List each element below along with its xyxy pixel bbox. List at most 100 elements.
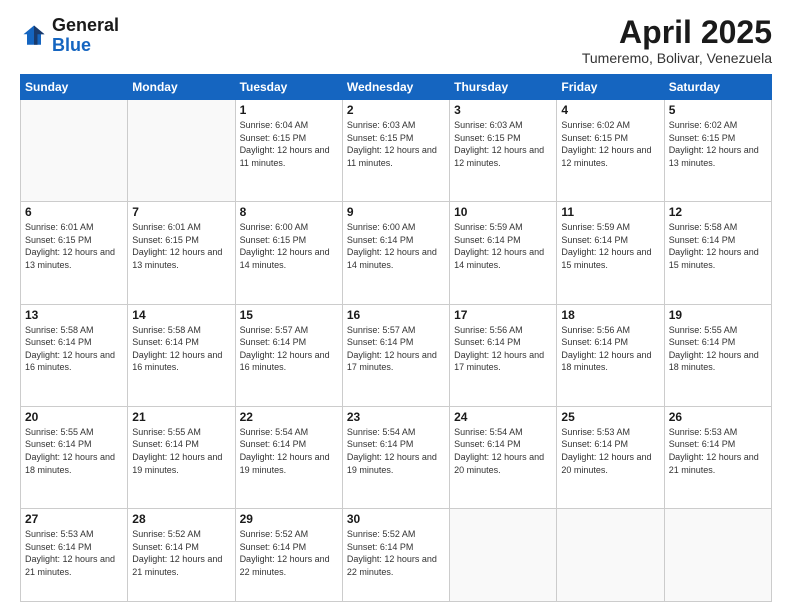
table-row: 22 Sunrise: 5:54 AM Sunset: 6:14 PM Dayli…: [235, 406, 342, 508]
calendar-week-row: 1Sunrise: 6:04 AM Sunset: 6:15 PM Daylig…: [21, 100, 772, 202]
day-info: Sunrise: 5:53 AM Sunset: 6:14 PM Dayligh…: [669, 426, 767, 476]
day-info: Sunrise: 5:55 AM Sunset: 6:14 PM Dayligh…: [669, 324, 767, 374]
day-number: 4: [561, 103, 659, 117]
day-number: 8: [240, 205, 338, 219]
day-info: Sunrise: 6:00 AM Sunset: 6:15 PM Dayligh…: [240, 221, 338, 271]
day-info: Sunrise: 5:54 AM Sunset: 6:14 PM Dayligh…: [454, 426, 552, 476]
table-row: 28 Sunrise: 5:52 AM Sunset: 6:14 PM Dayli…: [128, 509, 235, 602]
table-row: 21Sunrise: 5:55 AM Sunset: 6:14 PM Dayli…: [128, 406, 235, 508]
day-number: 21: [132, 410, 230, 424]
table-row: 4 Sunrise: 6:02 AM Sunset: 6:15 PM Daylig…: [557, 100, 664, 202]
day-info: Sunrise: 5:54 AM Sunset: 6:14 PM Dayligh…: [240, 426, 338, 476]
day-info: Sunrise: 5:57 AM Sunset: 6:14 PM Dayligh…: [240, 324, 338, 374]
day-info: Sunrise: 5:52 AM Sunset: 6:14 PM Dayligh…: [132, 528, 230, 578]
day-info: Sunrise: 5:59 AM Sunset: 6:14 PM Dayligh…: [454, 221, 552, 271]
day-number: 18: [561, 308, 659, 322]
logo: General Blue: [20, 16, 119, 56]
day-info: Sunrise: 6:02 AM Sunset: 6:15 PM Dayligh…: [669, 119, 767, 169]
table-row: 20 Sunrise: 5:55 AM Sunset: 6:14 PM Dayli…: [21, 406, 128, 508]
table-row: 16 Sunrise: 5:57 AM Sunset: 6:14 PM Dayli…: [342, 304, 449, 406]
day-number: 17: [454, 308, 552, 322]
day-number: 29: [240, 512, 338, 526]
table-row: 18 Sunrise: 5:56 AM Sunset: 6:14 PM Dayli…: [557, 304, 664, 406]
table-row: 10 Sunrise: 5:59 AM Sunset: 6:14 PM Dayli…: [450, 202, 557, 304]
table-row: 3Sunrise: 6:03 AM Sunset: 6:15 PM Daylig…: [450, 100, 557, 202]
table-row: [664, 509, 771, 602]
day-number: 24: [454, 410, 552, 424]
calendar-week-row: 13 Sunrise: 5:58 AM Sunset: 6:14 PM Dayli…: [21, 304, 772, 406]
col-friday: Friday: [557, 75, 664, 100]
calendar-week-row: 6 Sunrise: 6:01 AM Sunset: 6:15 PM Daylig…: [21, 202, 772, 304]
day-number: 19: [669, 308, 767, 322]
day-number: 26: [669, 410, 767, 424]
day-info: Sunrise: 5:59 AM Sunset: 6:14 PM Dayligh…: [561, 221, 659, 271]
day-number: 20: [25, 410, 123, 424]
month-title: April 2025: [582, 16, 772, 48]
day-info: Sunrise: 6:02 AM Sunset: 6:15 PM Dayligh…: [561, 119, 659, 169]
day-info: Sunrise: 5:53 AM Sunset: 6:14 PM Dayligh…: [561, 426, 659, 476]
table-row: 30Sunrise: 5:52 AM Sunset: 6:14 PM Dayli…: [342, 509, 449, 602]
day-info: Sunrise: 5:52 AM Sunset: 6:14 PM Dayligh…: [240, 528, 338, 578]
table-row: 2Sunrise: 6:03 AM Sunset: 6:15 PM Daylig…: [342, 100, 449, 202]
col-monday: Monday: [128, 75, 235, 100]
table-row: [450, 509, 557, 602]
calendar-week-row: 20 Sunrise: 5:55 AM Sunset: 6:14 PM Dayli…: [21, 406, 772, 508]
table-row: 11 Sunrise: 5:59 AM Sunset: 6:14 PM Dayli…: [557, 202, 664, 304]
calendar-header-row: Sunday Monday Tuesday Wednesday Thursday…: [21, 75, 772, 100]
table-row: 9Sunrise: 6:00 AM Sunset: 6:14 PM Daylig…: [342, 202, 449, 304]
table-row: 24 Sunrise: 5:54 AM Sunset: 6:14 PM Dayli…: [450, 406, 557, 508]
day-info: Sunrise: 5:56 AM Sunset: 6:14 PM Dayligh…: [454, 324, 552, 374]
day-info: Sunrise: 5:58 AM Sunset: 6:14 PM Dayligh…: [669, 221, 767, 271]
col-tuesday: Tuesday: [235, 75, 342, 100]
day-info: Sunrise: 5:58 AM Sunset: 6:14 PM Dayligh…: [132, 324, 230, 374]
table-row: 12 Sunrise: 5:58 AM Sunset: 6:14 PM Dayli…: [664, 202, 771, 304]
table-row: 25 Sunrise: 5:53 AM Sunset: 6:14 PM Dayli…: [557, 406, 664, 508]
day-info: Sunrise: 6:03 AM Sunset: 6:15 PM Dayligh…: [454, 119, 552, 169]
table-row: 6 Sunrise: 6:01 AM Sunset: 6:15 PM Daylig…: [21, 202, 128, 304]
day-number: 28: [132, 512, 230, 526]
col-wednesday: Wednesday: [342, 75, 449, 100]
day-number: 16: [347, 308, 445, 322]
table-row: 7 Sunrise: 6:01 AM Sunset: 6:15 PM Daylig…: [128, 202, 235, 304]
day-info: Sunrise: 5:57 AM Sunset: 6:14 PM Dayligh…: [347, 324, 445, 374]
day-number: 30: [347, 512, 445, 526]
day-info: Sunrise: 5:55 AM Sunset: 6:14 PM Dayligh…: [25, 426, 123, 476]
day-info: Sunrise: 5:58 AM Sunset: 6:14 PM Dayligh…: [25, 324, 123, 374]
day-number: 2: [347, 103, 445, 117]
day-number: 22: [240, 410, 338, 424]
calendar-week-row: 27Sunrise: 5:53 AM Sunset: 6:14 PM Dayli…: [21, 509, 772, 602]
table-row: 1Sunrise: 6:04 AM Sunset: 6:15 PM Daylig…: [235, 100, 342, 202]
table-row: 23 Sunrise: 5:54 AM Sunset: 6:14 PM Dayli…: [342, 406, 449, 508]
day-info: Sunrise: 5:56 AM Sunset: 6:14 PM Dayligh…: [561, 324, 659, 374]
table-row: 19 Sunrise: 5:55 AM Sunset: 6:14 PM Dayli…: [664, 304, 771, 406]
day-info: Sunrise: 6:01 AM Sunset: 6:15 PM Dayligh…: [132, 221, 230, 271]
day-number: 7: [132, 205, 230, 219]
table-row: [128, 100, 235, 202]
location: Tumeremo, Bolivar, Venezuela: [582, 50, 772, 66]
header: General Blue April 2025 Tumeremo, Boliva…: [20, 16, 772, 66]
header-right: April 2025 Tumeremo, Bolivar, Venezuela: [582, 16, 772, 66]
day-number: 6: [25, 205, 123, 219]
day-number: 11: [561, 205, 659, 219]
table-row: [557, 509, 664, 602]
day-number: 23: [347, 410, 445, 424]
page: General Blue April 2025 Tumeremo, Boliva…: [0, 0, 792, 612]
table-row: 15 Sunrise: 5:57 AM Sunset: 6:14 PM Dayli…: [235, 304, 342, 406]
col-saturday: Saturday: [664, 75, 771, 100]
table-row: 14Sunrise: 5:58 AM Sunset: 6:14 PM Dayli…: [128, 304, 235, 406]
col-thursday: Thursday: [450, 75, 557, 100]
day-number: 10: [454, 205, 552, 219]
day-info: Sunrise: 6:01 AM Sunset: 6:15 PM Dayligh…: [25, 221, 123, 271]
day-number: 12: [669, 205, 767, 219]
logo-text: General Blue: [52, 16, 119, 56]
day-info: Sunrise: 5:54 AM Sunset: 6:14 PM Dayligh…: [347, 426, 445, 476]
table-row: [21, 100, 128, 202]
logo-general: General: [52, 15, 119, 35]
table-row: 29 Sunrise: 5:52 AM Sunset: 6:14 PM Dayli…: [235, 509, 342, 602]
day-number: 15: [240, 308, 338, 322]
table-row: 5Sunrise: 6:02 AM Sunset: 6:15 PM Daylig…: [664, 100, 771, 202]
logo-icon: [20, 22, 48, 50]
day-number: 25: [561, 410, 659, 424]
day-number: 13: [25, 308, 123, 322]
logo-blue: Blue: [52, 35, 91, 55]
